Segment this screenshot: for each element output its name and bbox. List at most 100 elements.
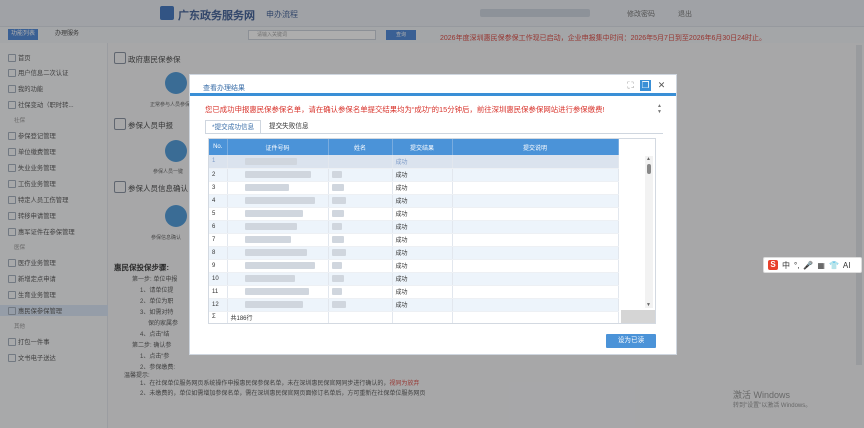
column-header-id-number[interactable]: 证件号码 xyxy=(227,139,329,155)
remark-cell xyxy=(452,298,619,312)
name-cell xyxy=(328,181,393,195)
redacted-id xyxy=(244,287,309,295)
column-header-result[interactable]: 提交结果 xyxy=(392,139,453,155)
row-number: 3 xyxy=(209,181,228,195)
row-number: 5 xyxy=(209,207,228,221)
mark-as-read-button[interactable]: 设为已读 xyxy=(606,334,656,348)
result-cell: 成功 xyxy=(392,272,453,286)
result-cell: 成功 xyxy=(392,259,453,273)
ime-punctuation[interactable]: °, xyxy=(794,261,799,270)
remark-cell xyxy=(452,181,619,195)
result-cell: 成功 xyxy=(392,155,453,169)
redacted-name xyxy=(331,274,344,282)
table-row[interactable]: 6 成功 xyxy=(209,220,619,234)
result-dialog: 查看办理结果 ⛶ ❐ ✕ 您已成功申报惠民保参保名单，请在确认参保名单提交结果均… xyxy=(189,74,677,355)
table-row[interactable]: 11 成功 xyxy=(209,285,619,299)
sogou-logo-icon[interactable]: S xyxy=(768,260,778,270)
table-row[interactable]: 3 成功 xyxy=(209,181,619,195)
grid-scrollbar[interactable] xyxy=(645,156,653,308)
id-number-cell xyxy=(227,246,329,260)
name-cell xyxy=(328,207,393,221)
grid-scrollbar-thumb[interactable] xyxy=(647,164,651,174)
name-cell xyxy=(328,233,393,247)
redacted-id xyxy=(244,183,289,191)
remark-cell xyxy=(452,246,619,260)
restore-icon[interactable]: ❐ xyxy=(640,80,651,91)
name-cell xyxy=(328,220,393,234)
ime-toolbar[interactable]: S 中 °, 🎤 ▦ 👕 AI xyxy=(763,257,862,273)
column-header-remark[interactable]: 提交说明 xyxy=(452,139,619,155)
redacted-id xyxy=(244,209,303,217)
table-row[interactable]: 9 成功 xyxy=(209,259,619,273)
row-number: 8 xyxy=(209,246,228,260)
column-header-no[interactable]: No. xyxy=(209,139,228,155)
keyboard-icon[interactable]: ▦ xyxy=(817,261,825,270)
microphone-icon[interactable]: 🎤 xyxy=(803,261,813,270)
remark-cell xyxy=(452,233,619,247)
close-icon[interactable]: ✕ xyxy=(656,80,667,91)
row-number: 9 xyxy=(209,259,228,273)
tab-success-info[interactable]: *提交成功信息 xyxy=(205,120,262,133)
table-row[interactable]: 8 成功 xyxy=(209,246,619,260)
redacted-id xyxy=(244,235,291,243)
redacted-id xyxy=(244,196,315,204)
name-cell xyxy=(328,272,393,286)
id-number-cell xyxy=(227,168,329,182)
redacted-id xyxy=(244,170,311,178)
remark-cell xyxy=(452,168,619,182)
id-number-cell xyxy=(227,285,329,299)
tab-failed-info[interactable]: 提交失败信息 xyxy=(263,120,315,133)
ai-icon[interactable]: AI xyxy=(843,261,851,270)
grid-footer-filler xyxy=(621,310,655,323)
id-number-cell xyxy=(227,194,329,208)
redacted-id xyxy=(244,248,307,256)
table-row[interactable]: 4 成功 xyxy=(209,194,619,208)
result-cell: 成功 xyxy=(392,246,453,260)
table-row[interactable]: 10 成功 xyxy=(209,272,619,286)
expand-icon[interactable]: ⛶ xyxy=(625,80,636,91)
table-row[interactable]: 7 成功 xyxy=(209,233,619,247)
id-number-cell xyxy=(227,272,329,286)
column-header-name[interactable]: 姓名 xyxy=(328,139,393,155)
id-number-cell xyxy=(227,207,329,221)
remark-cell xyxy=(452,155,619,169)
redacted-name xyxy=(331,209,344,217)
remark-cell xyxy=(452,259,619,273)
redacted-name xyxy=(331,261,342,269)
name-cell xyxy=(328,246,393,260)
redacted-name xyxy=(331,222,342,230)
result-cell: 成功 xyxy=(392,298,453,312)
redacted-name xyxy=(331,248,346,256)
table-row[interactable]: 1 成功 xyxy=(209,155,619,169)
result-cell: 成功 xyxy=(392,181,453,195)
redacted-id xyxy=(244,274,295,282)
table-row[interactable]: 2 成功 xyxy=(209,168,619,182)
scroll-down-icon[interactable]: ▼ xyxy=(646,302,651,308)
ime-chinese-mode[interactable]: 中 xyxy=(782,260,790,271)
skin-icon[interactable]: 👕 xyxy=(829,261,839,270)
result-cell: 成功 xyxy=(392,194,453,208)
remark-cell xyxy=(452,194,619,208)
id-number-cell xyxy=(227,298,329,312)
table-row[interactable]: 12 成功 xyxy=(209,298,619,312)
row-number: 12 xyxy=(209,298,228,312)
redacted-id xyxy=(244,261,315,269)
id-number-cell xyxy=(227,220,329,234)
summary-symbol: Σ xyxy=(209,310,228,323)
table-row[interactable]: 5 成功 xyxy=(209,207,619,221)
row-number: 7 xyxy=(209,233,228,247)
row-number: 4 xyxy=(209,194,228,208)
message-scroll-arrows[interactable]: ▲ ▼ xyxy=(657,103,662,115)
name-cell xyxy=(328,298,393,312)
name-cell xyxy=(328,285,393,299)
scroll-up-icon[interactable]: ▲ xyxy=(646,156,651,162)
row-number: 10 xyxy=(209,272,228,286)
success-message: 您已成功申报惠民保参保名单，请在确认参保名单提交结果均为“成功”的15分钟后，前… xyxy=(205,105,605,114)
result-table: No. 证件号码 姓名 提交结果 提交说明 1 成功 2 成功 3 成功 4 成功 5 成功 6 成功… xyxy=(209,139,619,323)
redacted-name xyxy=(331,196,346,204)
name-cell xyxy=(328,168,393,182)
name-cell xyxy=(328,259,393,273)
remark-cell xyxy=(452,207,619,221)
remark-cell xyxy=(452,285,619,299)
tab-divider xyxy=(205,133,663,134)
